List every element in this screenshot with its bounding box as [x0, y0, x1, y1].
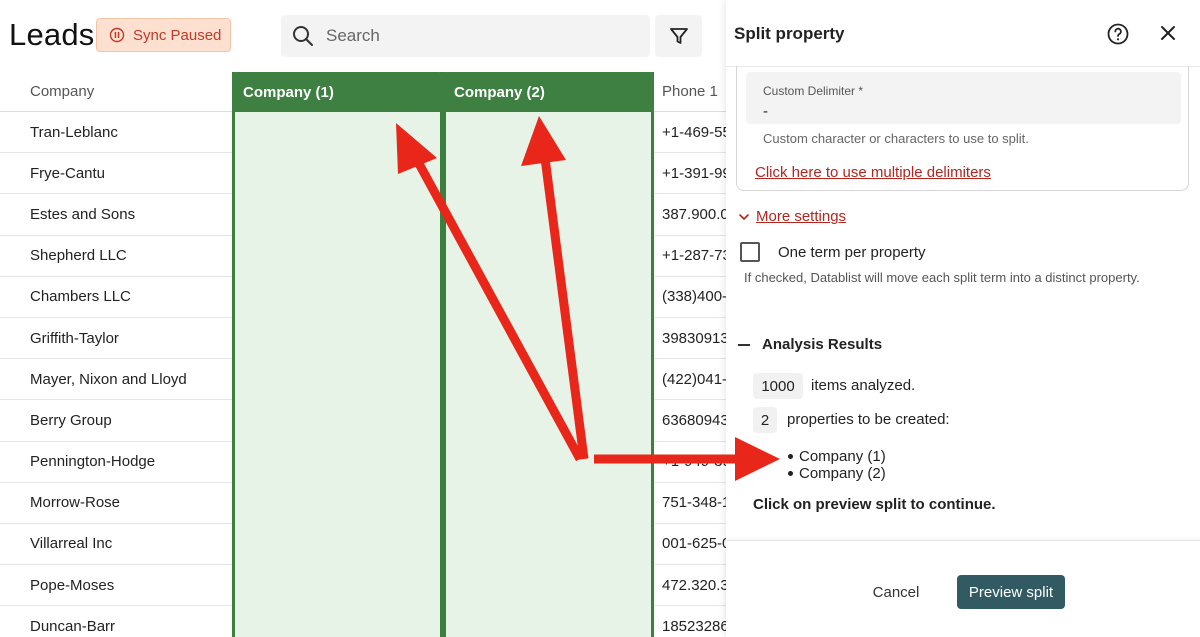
- table-row[interactable]: Griffith-Taylor: [0, 318, 232, 360]
- one-term-label[interactable]: One term per property: [778, 244, 926, 261]
- table-cell-phone[interactable]: 387.900.0: [654, 194, 726, 236]
- phone-column: Phone 1 +1-469-55 +1-391-99 387.900.0 +1…: [654, 72, 726, 637]
- one-term-checkbox[interactable]: [740, 242, 760, 262]
- table-cell-phone[interactable]: (422)041-: [654, 359, 726, 401]
- top-bar: Leads Sync Paused: [0, 0, 726, 72]
- custom-delimiter-label: Custom Delimiter *: [763, 84, 864, 98]
- items-count-chip: 1000: [753, 373, 803, 399]
- delimiter-card: Custom Delimiter * - Custom character or…: [736, 66, 1189, 191]
- new-properties-list: Company (1) Company (2): [788, 448, 886, 482]
- custom-delimiter-help: Custom character or characters to use to…: [763, 131, 1029, 146]
- column-header-phone[interactable]: Phone 1: [654, 72, 726, 112]
- filter-button[interactable]: [655, 15, 702, 57]
- analysis-results-header[interactable]: Analysis Results: [738, 336, 882, 353]
- list-item: Company (1): [788, 448, 886, 465]
- table-row[interactable]: Shepherd LLC: [0, 236, 232, 277]
- bullet: [788, 471, 793, 476]
- one-term-help: If checked, Datablist will move each spl…: [744, 270, 1140, 285]
- sync-status-badge[interactable]: Sync Paused: [96, 18, 231, 52]
- list-item: Company (2): [788, 465, 886, 482]
- table-row[interactable]: Pope-Moses: [0, 565, 232, 607]
- close-icon[interactable]: [1157, 22, 1179, 44]
- table-row[interactable]: Duncan-Barr: [0, 606, 232, 637]
- search-icon: [293, 26, 313, 46]
- continue-instruction: Click on preview split to continue.: [753, 496, 996, 513]
- minus-icon: [738, 343, 750, 346]
- more-settings-toggle[interactable]: More settings: [738, 208, 846, 225]
- cancel-button[interactable]: Cancel: [858, 575, 934, 609]
- analysis-results-title: Analysis Results: [762, 336, 883, 353]
- help-circle-icon[interactable]: [1106, 22, 1130, 46]
- items-analyzed-text: items analyzed.: [811, 377, 916, 394]
- properties-created-text: properties to be created:: [787, 411, 950, 428]
- sync-status-label: Sync Paused: [133, 26, 222, 44]
- multiple-delimiters-link[interactable]: Click here to use multiple delimiters: [755, 164, 991, 181]
- table-row[interactable]: Villarreal Inc: [0, 524, 232, 566]
- table-cell-phone[interactable]: 63680943: [654, 400, 726, 442]
- table-cell-phone[interactable]: 001-625-0: [654, 524, 726, 566]
- custom-delimiter-field[interactable]: Custom Delimiter * -: [746, 72, 1181, 124]
- table-cell-phone[interactable]: +1-949-39: [654, 442, 726, 483]
- preview-split-button[interactable]: Preview split: [957, 575, 1065, 609]
- table-row[interactable]: Frye-Cantu: [0, 153, 232, 195]
- search-box[interactable]: [281, 15, 650, 57]
- bullet: [788, 454, 793, 459]
- properties-count-chip: 2: [753, 407, 777, 433]
- filter-icon: [669, 28, 688, 44]
- page-title: Leads: [9, 17, 95, 52]
- custom-delimiter-input[interactable]: -: [763, 103, 768, 120]
- new-property-name: Company (2): [799, 465, 886, 482]
- leads-table: Company Tran-Leblanc Frye-Cantu Estes an…: [0, 72, 726, 637]
- pause-circle-icon: [109, 27, 125, 43]
- company-column: Company Tran-Leblanc Frye-Cantu Estes an…: [0, 72, 232, 637]
- table-row[interactable]: Morrow-Rose: [0, 483, 232, 524]
- table-cell-phone[interactable]: 39830913: [654, 318, 726, 360]
- search-input[interactable]: [326, 26, 626, 46]
- new-column-company-1: Company (1): [232, 72, 443, 637]
- column-header-company-1[interactable]: Company (1): [232, 72, 443, 112]
- panel-title: Split property: [734, 24, 845, 43]
- table-row[interactable]: Pennington-Hodge: [0, 442, 232, 483]
- table-cell-phone[interactable]: 18523286: [654, 606, 726, 637]
- column-header-company-2[interactable]: Company (2): [443, 72, 654, 112]
- table-row[interactable]: Estes and Sons: [0, 194, 232, 236]
- new-property-name: Company (1): [799, 448, 886, 465]
- split-property-panel: Split property Custom Delimiter * - Cust…: [726, 0, 1200, 637]
- chevron-down-icon: [739, 213, 749, 220]
- table-row[interactable]: Berry Group: [0, 400, 232, 442]
- table-row[interactable]: Mayer, Nixon and Lloyd: [0, 359, 232, 401]
- panel-footer: Cancel Preview split: [726, 540, 1200, 637]
- new-column-company-2: Company (2): [443, 72, 654, 637]
- more-settings-label: More settings: [756, 208, 847, 225]
- table-cell-phone[interactable]: 472.320.3: [654, 565, 726, 607]
- table-cell-phone[interactable]: +1-469-55: [654, 112, 726, 154]
- table-cell-phone[interactable]: +1-287-73: [654, 236, 726, 277]
- table-cell-phone[interactable]: +1-391-99: [654, 153, 726, 195]
- table-cell-phone[interactable]: 751-348-1: [654, 483, 726, 524]
- table-row[interactable]: Tran-Leblanc: [0, 112, 232, 154]
- table-row[interactable]: Chambers LLC: [0, 277, 232, 318]
- table-cell-phone[interactable]: (338)400-: [654, 277, 726, 318]
- column-header-company[interactable]: Company: [0, 72, 232, 112]
